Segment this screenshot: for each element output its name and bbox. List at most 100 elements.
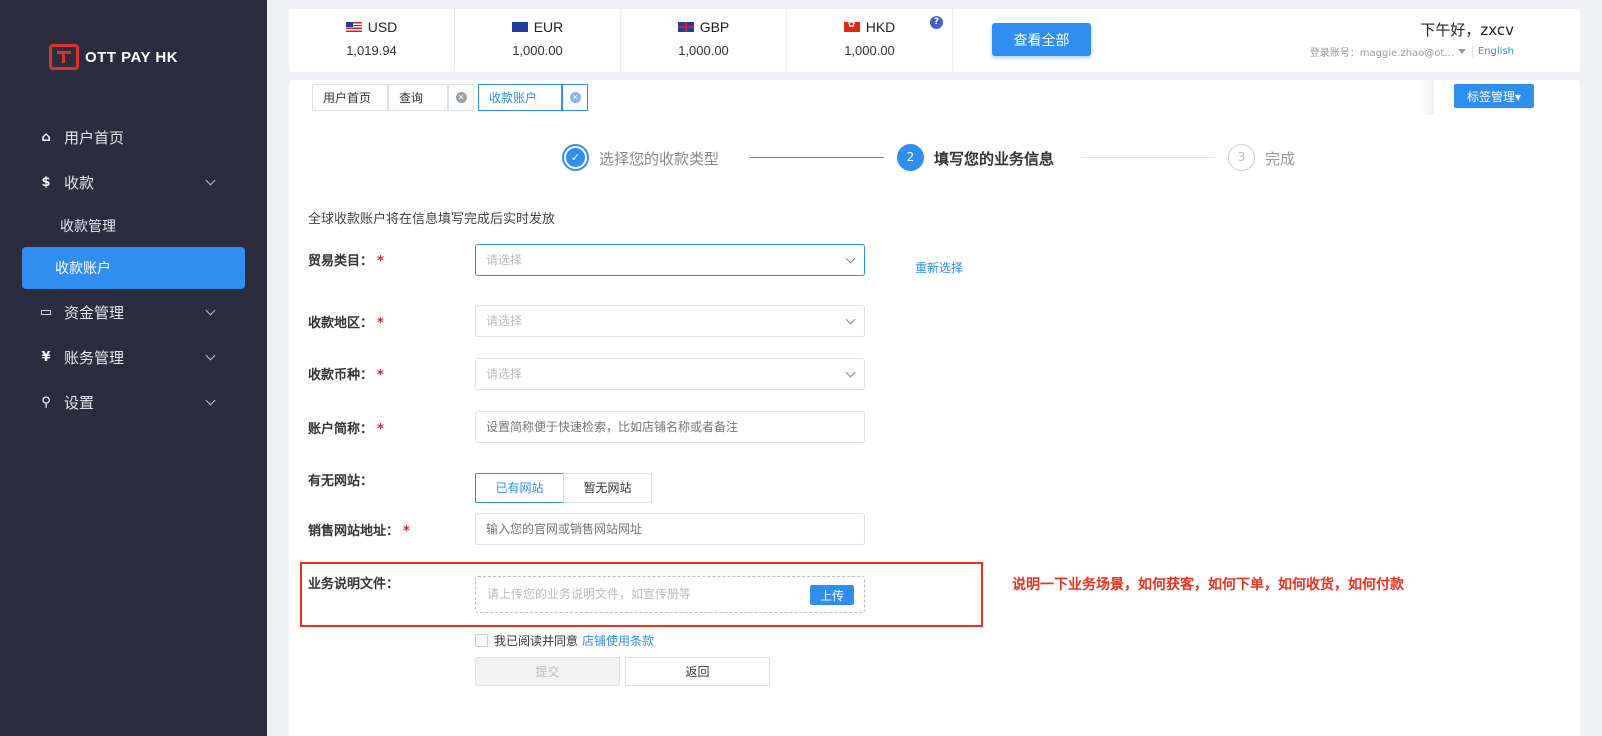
label-text: 收款地区： xyxy=(308,316,374,331)
website-url-label: 销售网站地址： * xyxy=(308,520,410,539)
tag-management-button[interactable]: 标签管理▾ xyxy=(1454,84,1534,108)
step-1-circle: ✓ xyxy=(562,144,589,171)
sidebar-item-collection[interactable]: $ 收款 xyxy=(0,162,267,202)
select-placeholder: 请选择 xyxy=(486,314,523,328)
currency-bar: USD 1,019.94 EUR 1,000.00 GBP 1,000.00 H… xyxy=(289,9,1580,72)
required-mark: * xyxy=(377,368,384,383)
account-name-label: 账户简称： * xyxy=(308,418,384,437)
home-icon: ⌂ xyxy=(41,129,51,145)
card-icon: ▭ xyxy=(39,304,53,320)
required-mark: * xyxy=(377,316,384,331)
eu-flag-icon xyxy=(511,22,528,32)
logo-text: OTT PAY HK xyxy=(85,48,179,66)
sidebar-item-settings[interactable]: ⚲ 设置 xyxy=(0,382,267,422)
terms-link[interactable]: 店铺使用条款 xyxy=(582,632,654,649)
caret-down-icon[interactable] xyxy=(1457,49,1466,54)
region-label: 收款地区： * xyxy=(308,312,384,331)
currency-hkd[interactable]: HKD 1,000.00 xyxy=(787,9,953,72)
required-mark: * xyxy=(403,524,410,539)
view-all-button[interactable]: 查看全部 xyxy=(992,23,1091,56)
has-website-option[interactable]: 已有网站 xyxy=(475,473,564,503)
select-placeholder: 请选择 xyxy=(486,253,523,267)
chevron-down-icon xyxy=(204,395,218,409)
currency-eur[interactable]: EUR 1,000.00 xyxy=(455,9,621,72)
chevron-down-icon xyxy=(845,314,856,325)
currency-select[interactable]: 请选择 xyxy=(475,358,865,390)
form-intro: 全球收款账户将在信息填写完成后实时发放 xyxy=(308,212,556,227)
sidebar-subitem-label: 收款账户 xyxy=(55,261,111,277)
business-doc-label: 业务说明文件： xyxy=(308,577,400,592)
help-icon[interactable]: ? xyxy=(930,16,943,29)
submit-button[interactable]: 提交 xyxy=(475,657,620,686)
tab-bar: 用户首页 查询 ✕ 收款账户 ✕ 标签管理▾ xyxy=(289,80,1580,115)
currency-amount: 1,000.00 xyxy=(512,43,563,58)
required-mark: * xyxy=(377,254,384,269)
tab-home[interactable]: 用户首页 xyxy=(312,84,388,111)
upload-button[interactable]: 上传 xyxy=(810,585,854,605)
stepper: ✓ 选择您的收款类型 2 填写您的业务信息 3 完成 xyxy=(562,141,1302,171)
yen-icon: ¥ xyxy=(41,349,51,365)
tab-collection-account-close[interactable]: ✕ xyxy=(562,84,588,111)
label-text: 收款币种： xyxy=(308,368,374,383)
step-1-label: 选择您的收款类型 xyxy=(599,150,720,168)
step-2-circle: 2 xyxy=(897,144,924,171)
tab-collection-account[interactable]: 收款账户 xyxy=(478,84,562,111)
website-label: 有无网站： xyxy=(308,474,374,489)
agree-text: 我已阅读并同意 xyxy=(494,634,579,648)
step-connector xyxy=(750,157,884,158)
chevron-down-icon xyxy=(204,350,218,364)
logo-mark-icon xyxy=(49,44,79,70)
currency-gbp[interactable]: GBP 1,000.00 xyxy=(621,9,787,72)
currency-code: USD xyxy=(367,19,398,35)
sidebar-subitem-collection-management[interactable]: 收款管理 xyxy=(22,205,245,247)
step-connector xyxy=(1081,157,1215,158)
sidebar-item-label: 设置 xyxy=(64,393,95,412)
tab-query-close[interactable]: ✕ xyxy=(448,84,474,111)
sidebar-subitem-collection-account[interactable]: 收款账户 xyxy=(22,247,245,289)
sidebar-subitem-label: 收款管理 xyxy=(60,219,116,235)
sidebar-item-label: 账务管理 xyxy=(64,348,125,367)
trade-category-select[interactable]: 请选择 xyxy=(475,244,865,276)
check-icon: ✓ xyxy=(566,148,585,167)
currency-amount: 1,000.00 xyxy=(844,43,895,58)
currency-code: HKD xyxy=(865,19,896,35)
currency-amount: 1,000.00 xyxy=(678,43,729,58)
upload-placeholder: 请上传您的业务说明文件，如宣传册等 xyxy=(487,587,692,601)
trade-category-label: 贸易类目： * xyxy=(308,250,384,269)
currency-label: 收款币种： * xyxy=(308,364,384,383)
currency-code: EUR xyxy=(533,19,564,35)
account-label[interactable]: 登录账号：maggie.zhao@ot... xyxy=(1310,44,1454,59)
agree-checkbox[interactable] xyxy=(475,634,488,647)
reselect-link[interactable]: 重新选择 xyxy=(915,259,963,276)
label-text: 贸易类目： xyxy=(308,254,374,269)
hk-flag-icon xyxy=(843,19,860,32)
chevron-down-icon xyxy=(845,253,856,264)
business-doc-upload-area[interactable]: 请上传您的业务说明文件，如宣传册等 上传 xyxy=(475,576,865,613)
chevron-down-icon xyxy=(845,367,856,378)
language-switch[interactable]: English xyxy=(1471,46,1514,57)
agreement-row: 我已阅读并同意 店铺使用条款 xyxy=(475,632,654,649)
no-website-option[interactable]: 暂无网站 xyxy=(563,473,652,503)
sidebar-item-accounting[interactable]: ¥ 账务管理 xyxy=(0,337,267,377)
close-icon: ✕ xyxy=(455,92,467,103)
currency-usd[interactable]: USD 1,019.94 xyxy=(289,9,455,72)
dollar-icon: $ xyxy=(41,174,51,190)
label-text: 账户简称： xyxy=(308,422,374,437)
currency-amount: 1,019.94 xyxy=(346,43,397,58)
close-icon: ✕ xyxy=(569,92,581,103)
region-select[interactable]: 请选择 xyxy=(475,305,865,337)
step-3-label: 完成 xyxy=(1265,150,1296,168)
currency-code: GBP xyxy=(699,19,730,35)
sidebar-item-funds[interactable]: ▭ 资金管理 xyxy=(0,292,267,332)
back-button[interactable]: 返回 xyxy=(625,657,770,686)
account-info: 登录账号：maggie.zhao@ot... English xyxy=(1310,44,1514,59)
sidebar-item-home[interactable]: ⌂ 用户首页 xyxy=(0,117,267,157)
main-panel: ✓ 选择您的收款类型 2 填写您的业务信息 3 完成 全球收款账户将在信息填写完… xyxy=(289,115,1580,736)
account-name-input[interactable] xyxy=(475,411,865,443)
tab-query[interactable]: 查询 xyxy=(388,84,448,111)
us-flag-icon xyxy=(345,22,362,32)
sidebar-item-label: 收款 xyxy=(64,173,95,192)
sidebar-item-label: 资金管理 xyxy=(64,303,125,322)
website-url-input[interactable] xyxy=(475,513,865,545)
step-3-circle: 3 xyxy=(1228,144,1255,171)
